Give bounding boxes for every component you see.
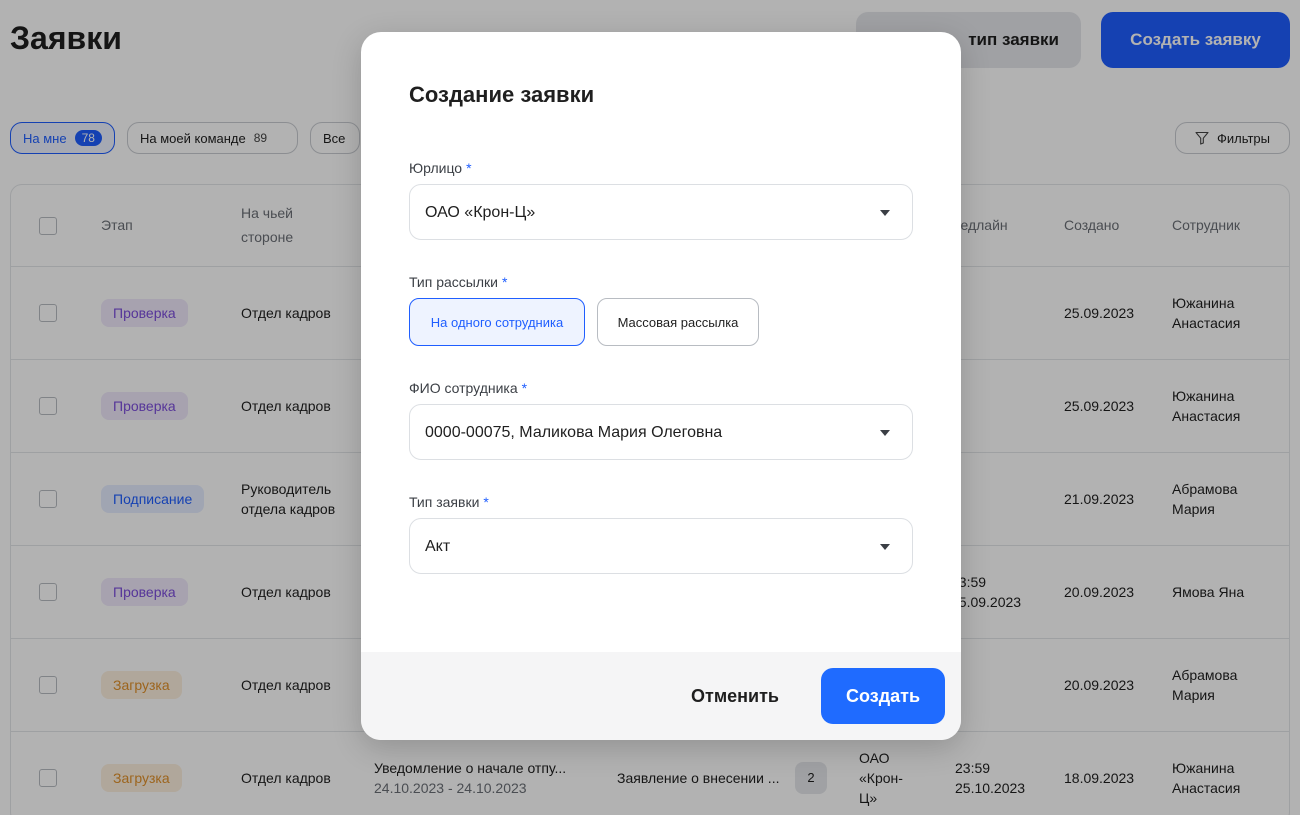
label-text: Юрлицо (409, 160, 463, 176)
cancel-button[interactable]: Отменить (679, 668, 791, 724)
chevron-down-icon (880, 210, 890, 216)
request-type-value: Акт (425, 538, 451, 555)
required-mark: * (521, 380, 528, 396)
employee-value: 0000-00075, Маликова Мария Олеговна (425, 424, 723, 441)
mailing-type-label: Тип рассылки * (409, 274, 507, 290)
required-mark: * (466, 160, 472, 176)
chevron-down-icon (880, 544, 890, 550)
employee-select[interactable]: 0000-00075, Маликова Мария Олеговна (409, 404, 913, 460)
dialog-footer: Отменить Создать (361, 652, 961, 740)
legal-entity-label: Юрлицо * (409, 160, 472, 176)
submit-button[interactable]: Создать (821, 668, 945, 724)
request-type-label: Тип заявки * (409, 494, 489, 510)
mailing-type-single-button[interactable]: На одного сотрудника (409, 298, 585, 346)
chevron-down-icon (880, 430, 890, 436)
mailing-type-mass-button[interactable]: Массовая рассылка (597, 298, 759, 346)
legal-entity-value: ОАО «Крон-Ц» (425, 204, 536, 221)
dialog-title: Создание заявки (409, 82, 595, 107)
label-text: Тип заявки (409, 494, 480, 510)
required-mark: * (483, 494, 489, 510)
create-request-dialog: Создание заявки Юрлицо * ОАО «Крон-Ц» Тип… (361, 32, 961, 740)
label-text: Тип рассылки (409, 274, 498, 290)
request-type-select[interactable]: Акт (409, 518, 913, 574)
legal-entity-select[interactable]: ОАО «Крон-Ц» (409, 184, 913, 240)
required-mark: * (501, 274, 508, 290)
label-text: ФИО сотрудника (409, 380, 518, 396)
employee-label: ФИО сотрудника * (409, 380, 527, 396)
